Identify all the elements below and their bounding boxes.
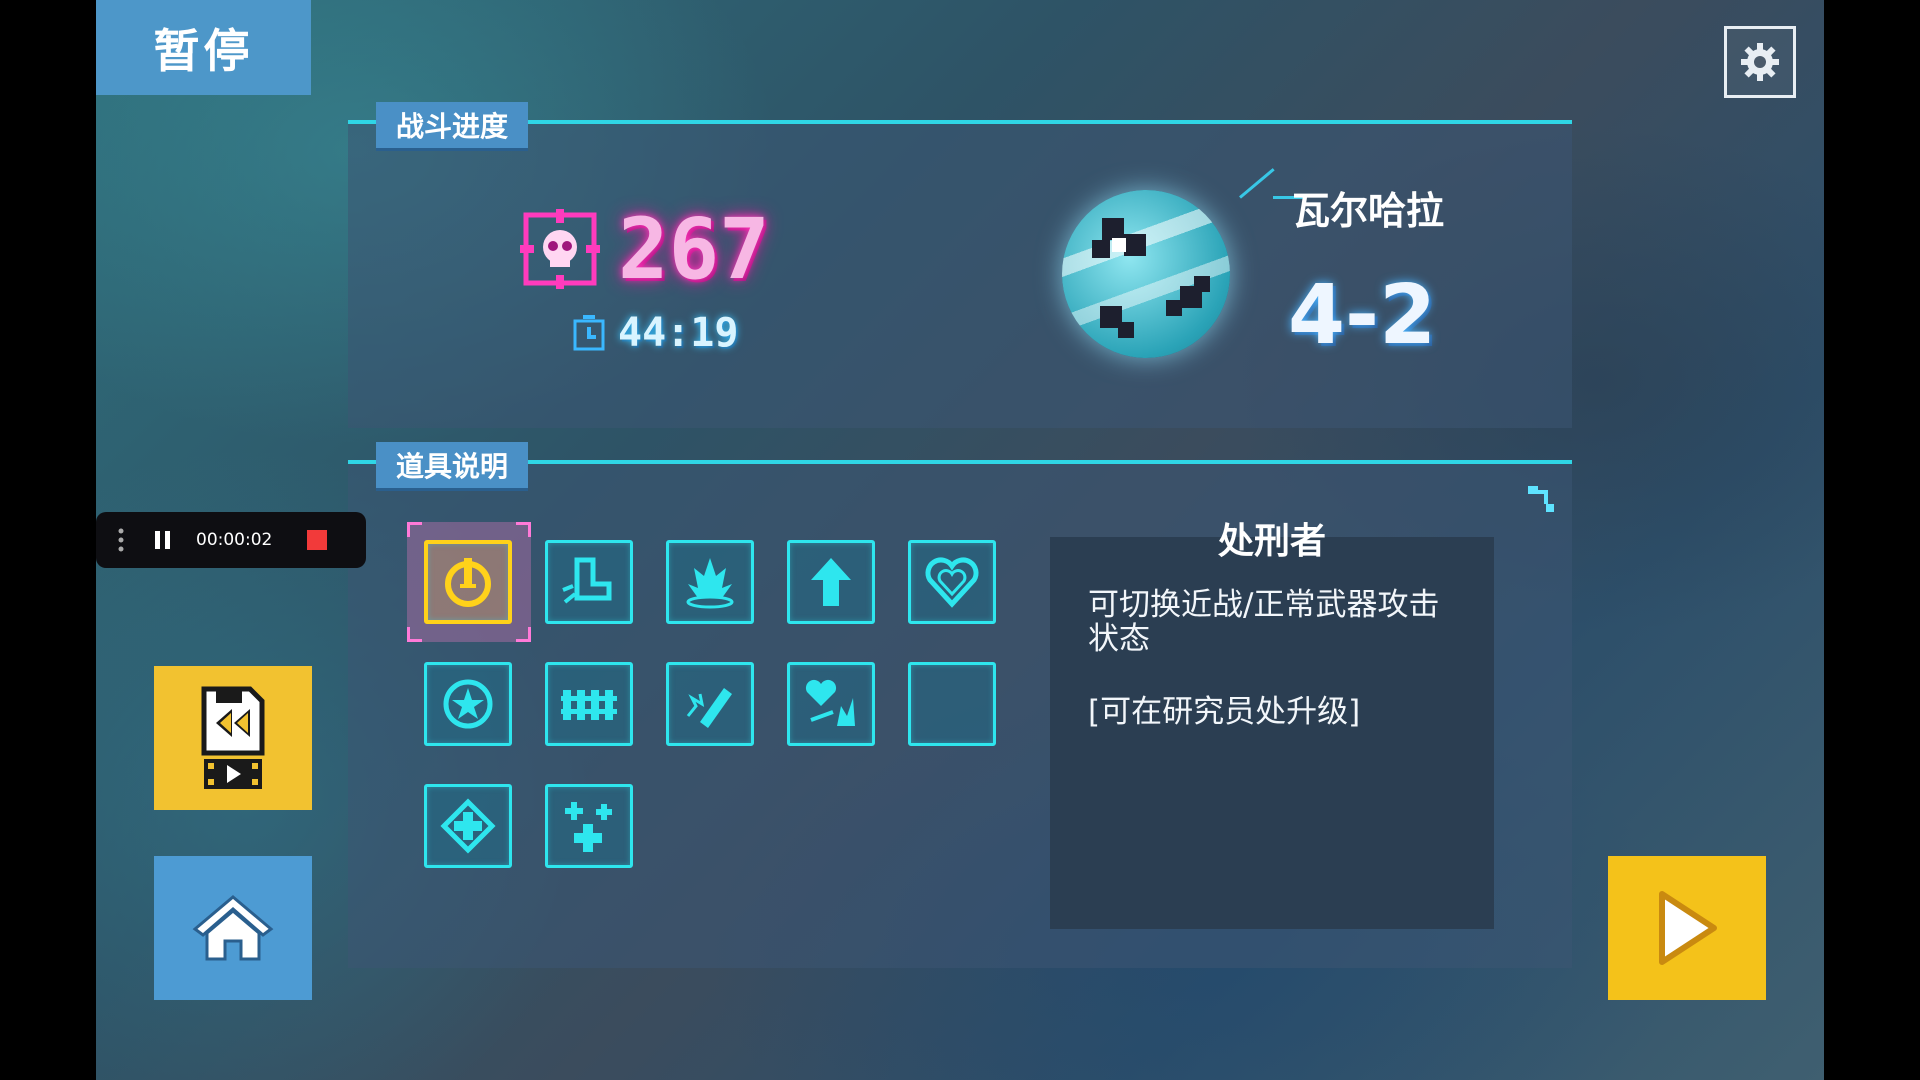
recorder-time: 00:00:02 — [196, 530, 273, 550]
battle-time-text: 44:19 — [618, 310, 739, 356]
home-button[interactable] — [154, 856, 312, 1000]
collapse-icon[interactable] — [1526, 484, 1558, 516]
item-slot[interactable] — [787, 662, 875, 746]
item-grid — [424, 540, 1024, 870]
star-circle-icon — [443, 679, 493, 729]
rewind-replay-button[interactable] — [154, 666, 312, 810]
recorder-pause-icon[interactable] — [152, 529, 174, 551]
item-slot[interactable] — [545, 784, 633, 868]
crescent-icon — [927, 686, 974, 730]
fire-icon — [686, 558, 734, 609]
planet-image — [1062, 190, 1230, 358]
item-name: 处刑者 — [1217, 521, 1326, 562]
kill-counter: 267 — [520, 200, 770, 298]
item-slot[interactable] — [666, 662, 754, 746]
play-icon — [1659, 891, 1717, 965]
heart-icon — [925, 557, 979, 608]
item-slot[interactable] — [666, 540, 754, 624]
fence-icon — [561, 690, 617, 720]
pause-title: 暂停 — [96, 0, 311, 95]
heart-explode-icon — [805, 679, 855, 726]
item-slot[interactable] — [424, 784, 512, 868]
panel-divider — [348, 460, 1572, 464]
power-icon — [445, 558, 491, 607]
panel-divider — [348, 120, 1572, 124]
item-description-tab: 道具说明 — [376, 442, 529, 491]
flame-bullet-icon — [686, 688, 732, 728]
plus-diamond-icon — [440, 798, 496, 854]
resume-button[interactable] — [1608, 856, 1766, 1000]
item-slot[interactable] — [908, 540, 996, 624]
drag-handle-icon[interactable] — [116, 527, 126, 553]
battle-time: 44:19 — [572, 310, 738, 356]
skull-target-icon — [520, 209, 600, 289]
arrow-up-icon — [811, 558, 851, 606]
kill-count: 267 — [618, 200, 770, 298]
plus-multi-icon — [565, 802, 612, 852]
stage-number: 4-2 — [1288, 268, 1437, 363]
rewind-film-icon — [201, 686, 265, 789]
item-slot[interactable] — [787, 540, 875, 624]
item-upgrade-note: [可在研究员处升级] — [1088, 694, 1361, 730]
timer-icon — [573, 315, 605, 351]
gear-icon — [1741, 43, 1779, 81]
item-description: 可切换近战/正常武器攻击状态 — [1088, 587, 1440, 657]
home-icon — [192, 895, 274, 961]
item-slot[interactable] — [545, 662, 633, 746]
recorder-stop-icon[interactable] — [306, 529, 328, 551]
item-slot[interactable] — [424, 540, 512, 624]
boot-icon — [562, 557, 612, 604]
settings-button[interactable] — [1724, 26, 1796, 98]
item-slot[interactable] — [545, 540, 633, 624]
item-slot[interactable] — [908, 662, 996, 746]
screen-recorder-bar: 00:00:02 — [96, 512, 366, 568]
item-slot[interactable] — [424, 662, 512, 746]
planet-name: 瓦尔哈拉 — [1292, 189, 1445, 233]
battle-progress-tab: 战斗进度 — [376, 102, 529, 151]
